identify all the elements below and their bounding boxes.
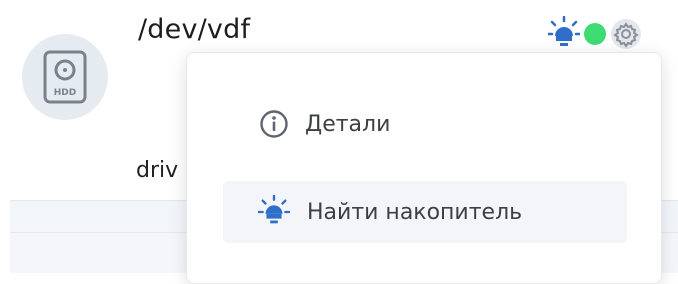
info-circle-icon: [257, 107, 291, 141]
lightbulb-icon: [257, 195, 291, 229]
lightbulb-icon[interactable]: [548, 16, 580, 52]
disk-title: /dev/vdf: [138, 14, 251, 45]
status-led: [584, 23, 606, 45]
menu-item-find-drive[interactable]: Найти накопитель: [223, 181, 627, 243]
hdd-icon: HDD: [43, 50, 87, 104]
drive-row-label: driv: [136, 158, 179, 183]
gear-icon[interactable]: [610, 18, 642, 50]
context-menu: Детали Найти накопитель: [186, 52, 662, 284]
menu-item-label: Детали: [305, 111, 391, 137]
hdd-label: HDD: [54, 88, 76, 98]
menu-item-label: Найти накопитель: [307, 199, 523, 225]
status-icons: [548, 16, 642, 52]
disk-avatar: HDD: [22, 34, 108, 120]
menu-item-details[interactable]: Детали: [257, 93, 627, 155]
